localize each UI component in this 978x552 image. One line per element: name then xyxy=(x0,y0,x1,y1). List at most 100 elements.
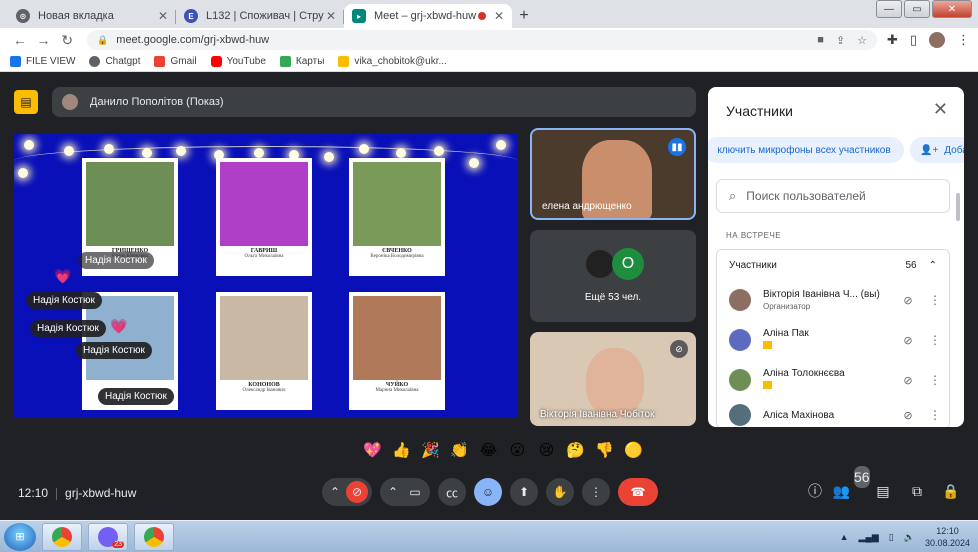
chevron-up-icon[interactable]: ⌃ xyxy=(330,485,340,499)
tray-time: 12:10 xyxy=(936,526,959,536)
menu-icon[interactable]: ⋮ xyxy=(957,32,970,48)
participant-row[interactable]: Аліна Пак ⊘ ⋮ xyxy=(717,320,949,360)
mic-off-icon[interactable]: ⊘ xyxy=(899,374,917,387)
participant-row[interactable]: Аліна Толокнєєва ⊘ ⋮ xyxy=(717,360,949,400)
tab-title: L132 | Споживач | Струменеві п xyxy=(206,10,324,22)
taskbar-chrome[interactable] xyxy=(42,522,82,551)
participant-name: Вікторія Іванівна Чобіток xyxy=(540,409,655,420)
camera-icon[interactable]: ▭ xyxy=(404,481,426,503)
tray-date: 30.08.2024 xyxy=(924,538,970,548)
mic-off-icon[interactable]: ⊘ xyxy=(899,409,917,422)
bookmark-gmail[interactable]: Gmail xyxy=(154,56,197,67)
taskbar-viber[interactable]: 23 xyxy=(88,522,128,551)
mute-all-button[interactable]: ключить микрофоны всех участников xyxy=(708,137,904,163)
chat-icon[interactable]: ▤ xyxy=(872,480,894,502)
camera-control[interactable]: ⌃ ▭ xyxy=(380,478,430,506)
party-emoji-button[interactable]: 🎉 xyxy=(416,438,445,462)
volume-icon[interactable]: 🔈 xyxy=(904,532,915,543)
back-icon[interactable]: ← xyxy=(8,32,32,48)
reload-icon[interactable]: ↻ xyxy=(55,32,79,49)
url-text[interactable]: meet.google.com/grj-xbwd-huw xyxy=(116,34,805,46)
more-options-icon[interactable]: ⋮ xyxy=(929,373,941,387)
captions-button[interactable]: ㏄ xyxy=(438,478,466,506)
chevron-up-icon[interactable]: ⌃ xyxy=(929,260,937,271)
host-controls-icon[interactable]: 🔒 xyxy=(940,480,962,502)
hang-up-button[interactable]: ☎ xyxy=(618,478,658,506)
laugh-emoji-button[interactable]: 😂 xyxy=(474,438,503,462)
mic-control[interactable]: ⌃ ⊘ xyxy=(322,478,372,506)
tab-meet[interactable]: ▸ Meet – grj-xbwd-huw ✕ xyxy=(344,4,512,28)
present-button[interactable]: ⬆ xyxy=(510,478,538,506)
bookmark-youtube[interactable]: YouTube xyxy=(210,56,266,67)
presentation-icon[interactable]: ▤ xyxy=(14,90,38,114)
bookmark-file-view[interactable]: FILE VIEW xyxy=(10,56,75,67)
meeting-code[interactable]: grj-xbwd-huw xyxy=(65,486,136,500)
chevron-up-icon[interactable]: ⌃ xyxy=(388,485,398,499)
tray-clock[interactable]: 12:10 30.08.2024 xyxy=(925,525,970,549)
search-placeholder: Поиск пользователей xyxy=(746,189,866,203)
tab-l132[interactable]: E L132 | Споживач | Струменеві п ✕ xyxy=(176,4,344,28)
participant-row[interactable]: Аліса Махінова ⊘ ⋮ xyxy=(717,400,949,427)
thinking-emoji-button[interactable]: 🤔 xyxy=(561,438,590,462)
network-icon[interactable]: ▂▄▆ xyxy=(859,532,879,543)
activities-icon[interactable]: ⧉ xyxy=(906,480,928,502)
new-tab-button[interactable]: + xyxy=(512,4,536,28)
sad-emoji-button[interactable]: 😢 xyxy=(532,438,561,462)
speaking-icon: ▮▮ xyxy=(668,138,686,156)
file-icon xyxy=(10,56,21,67)
mic-off-icon[interactable]: ⊘ xyxy=(899,294,917,307)
lock-icon[interactable]: 🔒 xyxy=(97,35,108,46)
start-button[interactable]: ⊞ xyxy=(4,522,36,551)
more-participants-label: Ещё 53 чел. xyxy=(584,292,642,303)
thumbs-up-emoji-button[interactable]: 👍 xyxy=(387,438,416,462)
tray-arrow-icon[interactable]: ▲ xyxy=(840,532,849,542)
scrollbar[interactable] xyxy=(956,193,960,221)
reaction-name-chip: Надія Костюк xyxy=(30,320,106,337)
taskbar-chrome-profile[interactable] xyxy=(134,522,174,551)
maps-icon xyxy=(279,56,291,67)
sidepanel-icon[interactable]: ▯ xyxy=(910,32,917,48)
participant-tile[interactable]: ▮▮ елена андрющенко xyxy=(530,128,696,220)
bookmark-mail[interactable]: vika_chobitok@ukr... xyxy=(338,56,447,67)
close-icon[interactable]: ✕ xyxy=(933,99,948,120)
thumbs-down-emoji-button[interactable]: 👎 xyxy=(590,438,619,462)
more-participants-tile[interactable]: О Ещё 53 чел. xyxy=(530,230,696,322)
participant-row[interactable]: Вікторія Іванівна Ч... (вы) Организатор … xyxy=(717,280,949,320)
surprised-emoji-button[interactable]: 😮 xyxy=(503,438,532,462)
minimize-button[interactable]: — xyxy=(876,0,902,18)
extensions-icon[interactable]: ✚ xyxy=(887,32,898,48)
mic-off-icon[interactable]: ⊘ xyxy=(346,481,368,503)
clap-emoji-button[interactable]: 👏 xyxy=(445,438,474,462)
profile-avatar[interactable] xyxy=(929,32,945,48)
maximize-button[interactable]: ▭ xyxy=(904,0,930,18)
skin-tone-button[interactable]: 🟡 xyxy=(619,438,648,462)
close-icon[interactable]: ✕ xyxy=(156,9,170,23)
self-tile[interactable]: ⊘ Вікторія Іванівна Чобіток xyxy=(530,332,696,426)
avatar xyxy=(729,404,751,426)
raise-hand-button[interactable]: ✋ xyxy=(546,478,574,506)
forward-icon[interactable]: → xyxy=(32,32,56,48)
people-icon[interactable]: 👥 56 xyxy=(833,466,870,502)
tab-new-tab[interactable]: ⊙ Новая вкладка ✕ xyxy=(8,4,176,28)
reactions-button[interactable]: ☺ xyxy=(474,478,502,506)
more-options-icon[interactable]: ⋮ xyxy=(929,333,941,347)
mic-off-icon[interactable]: ⊘ xyxy=(899,334,917,347)
bookmark-star-icon[interactable]: ☆ xyxy=(857,34,867,47)
window-close-button[interactable]: ✕ xyxy=(932,0,972,18)
add-people-button[interactable]: 👤+ Доба xyxy=(910,137,964,163)
search-input[interactable]: ⌕ Поиск пользователей xyxy=(716,179,950,213)
bookmark-maps[interactable]: Карты xyxy=(279,56,324,67)
heart-emoji-button[interactable]: 💖 xyxy=(358,438,387,462)
share-icon[interactable]: ⇪ xyxy=(836,34,845,47)
more-options-icon[interactable]: ⋮ xyxy=(929,293,941,307)
bookmark-chatgpt[interactable]: Chatgpt xyxy=(89,56,140,67)
more-options-icon[interactable]: ⋮ xyxy=(929,408,941,422)
more-options-button[interactable]: ⋮ xyxy=(582,478,610,506)
camera-icon[interactable]: ■ xyxy=(817,34,824,46)
address-bar[interactable]: 🔒 meet.google.com/grj-xbwd-huw ■ ⇪ ☆ xyxy=(87,30,877,50)
info-icon[interactable]: ⓘ xyxy=(804,480,826,502)
group-header[interactable]: Участники 56 ⌃ xyxy=(717,250,949,280)
close-icon[interactable]: ✕ xyxy=(324,9,338,23)
battery-icon[interactable]: ▯ xyxy=(889,532,894,543)
close-icon[interactable]: ✕ xyxy=(492,9,506,23)
